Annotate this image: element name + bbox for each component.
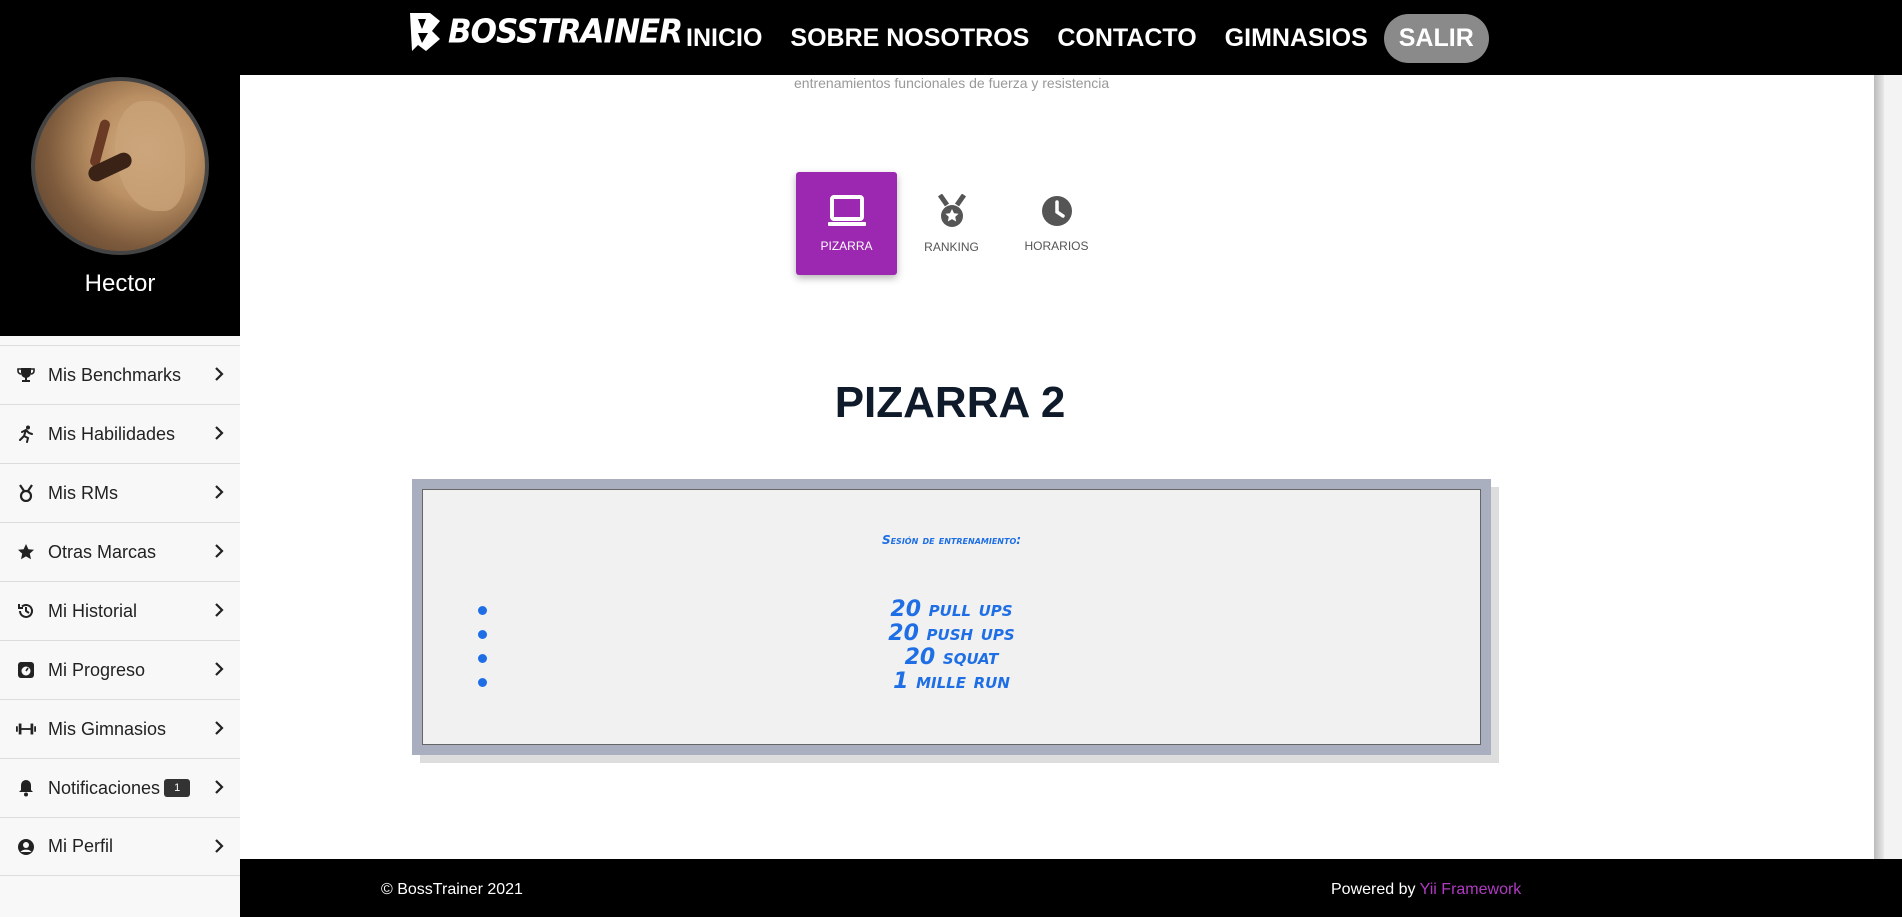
- footer-powered-by: Powered by Yii Framework: [1331, 881, 1522, 898]
- sidebar: Hector Mis Benchmarks Mis Habilidades Mi…: [0, 75, 240, 917]
- sidebar-item-label: Mis Benchmarks: [48, 364, 182, 385]
- nav-sobre-nosotros[interactable]: SOBRE NOSOTROS: [776, 16, 1043, 61]
- sidebar-item-mis-rms[interactable]: Mis RMs: [0, 463, 240, 522]
- running-icon: [16, 424, 36, 444]
- chevron-right-icon: [214, 838, 224, 859]
- main-content: entrenamientos funcionales de fuerza y r…: [240, 75, 1874, 859]
- page-edge-shadow: [1874, 75, 1884, 859]
- chevron-right-icon: [214, 543, 224, 564]
- chevron-right-icon: [214, 661, 224, 682]
- profile-box: Hector: [0, 75, 240, 336]
- medal-icon: [937, 193, 966, 227]
- history-icon: [16, 601, 36, 621]
- logout-button[interactable]: SALIR: [1383, 14, 1489, 63]
- laptop-icon: [827, 194, 866, 226]
- chevron-right-icon: [214, 366, 224, 387]
- list-item: 20 squat: [423, 646, 1480, 670]
- sidebar-item-label: Mis RMs: [48, 482, 118, 503]
- list-item: 20 pull ups: [423, 598, 1480, 622]
- clock-icon: [1041, 195, 1072, 226]
- chevron-right-icon: [214, 484, 224, 505]
- footer-copyright: © BossTrainer 2021: [381, 881, 523, 898]
- nav-contacto[interactable]: CONTACTO: [1043, 16, 1210, 61]
- footer: © BossTrainer 2021 Powered by Yii Framew…: [240, 859, 1902, 917]
- sidebar-item-mi-progreso[interactable]: Mi Progreso: [0, 640, 240, 699]
- chevron-right-icon: [214, 602, 224, 623]
- whiteboard: Sesión de entrenamiento: 20 pull ups 20 …: [412, 479, 1499, 763]
- notification-badge: 1: [164, 779, 191, 797]
- sidebar-item-otras-marcas[interactable]: Otras Marcas: [0, 522, 240, 581]
- top-navbar: BOSSTRAINER INICIO SOBRE NOSOTROS CONTAC…: [0, 0, 1902, 75]
- chevron-right-icon: [214, 779, 224, 800]
- sidebar-item-label: Notificaciones: [48, 777, 161, 798]
- sidebar-item-label: Otras Marcas: [48, 541, 157, 562]
- bell-icon: [16, 778, 36, 798]
- sidebar-item-mis-gimnasios[interactable]: Mis Gimnasios: [0, 699, 240, 758]
- section-tabs: PIZARRA RANKING HORARIOS: [796, 172, 1107, 275]
- sidebar-item-mi-historial[interactable]: Mi Historial: [0, 581, 240, 640]
- sidebar-item-label: Mi Perfil: [48, 836, 114, 856]
- dumbbell-icon: [16, 719, 36, 739]
- nav-gimnasios[interactable]: GIMNASIOS: [1211, 16, 1382, 61]
- brand-logo[interactable]: BOSSTRAINER: [408, 10, 683, 54]
- page-title: PIZARRA 2: [834, 378, 1066, 427]
- sidebar-item-mi-perfil[interactable]: Mi Perfil: [0, 817, 240, 876]
- nav-links: INICIO SOBRE NOSOTROS CONTACTO GIMNASIOS…: [672, 14, 1489, 63]
- list-item: 20 push ups: [423, 622, 1480, 646]
- tab-pizarra[interactable]: PIZARRA: [796, 172, 897, 275]
- workout-list: 20 pull ups 20 push ups 20 squat 1 mille…: [423, 598, 1480, 694]
- profile-name: Hector: [84, 270, 156, 297]
- tab-label: HORARIOS: [1024, 238, 1089, 253]
- sidebar-menu: Mis Benchmarks Mis Habilidades Mis RMs O…: [0, 345, 240, 876]
- sidebar-item-label: Mis Gimnasios: [48, 718, 167, 739]
- sidebar-item-mis-benchmarks[interactable]: Mis Benchmarks: [0, 345, 240, 404]
- sidebar-item-label: Mi Historial: [48, 600, 138, 621]
- sidebar-item-notificaciones[interactable]: Notificaciones 1: [0, 758, 240, 817]
- star-icon: [16, 542, 36, 562]
- chevron-right-icon: [214, 425, 224, 446]
- tab-label: RANKING: [924, 239, 979, 254]
- tab-ranking[interactable]: RANKING: [901, 172, 1002, 275]
- session-label: Sesión de entrenamiento:: [881, 533, 1022, 547]
- page-subtitle: entrenamientos funcionales de fuerza y r…: [794, 75, 1110, 91]
- tab-horarios[interactable]: HORARIOS: [1006, 172, 1107, 275]
- brand-name: BOSSTRAINER: [448, 13, 683, 51]
- trophy-icon: [16, 365, 36, 385]
- sidebar-item-label: Mi Progreso: [48, 659, 146, 680]
- list-item: 1 mille run: [423, 670, 1480, 694]
- nav-inicio[interactable]: INICIO: [672, 16, 776, 61]
- medal-icon: [16, 483, 36, 503]
- sidebar-item-mis-habilidades[interactable]: Mis Habilidades: [0, 404, 240, 463]
- tab-label: PIZARRA: [820, 238, 873, 253]
- progress-icon: [16, 660, 36, 680]
- yii-framework-link[interactable]: Yii Framework: [1420, 881, 1522, 898]
- user-circle-icon: [16, 837, 36, 857]
- avatar[interactable]: [31, 77, 209, 255]
- bosstrainer-logo-icon: [410, 13, 440, 51]
- sidebar-item-label: Mis Habilidades: [48, 423, 176, 444]
- chevron-right-icon: [214, 720, 224, 741]
